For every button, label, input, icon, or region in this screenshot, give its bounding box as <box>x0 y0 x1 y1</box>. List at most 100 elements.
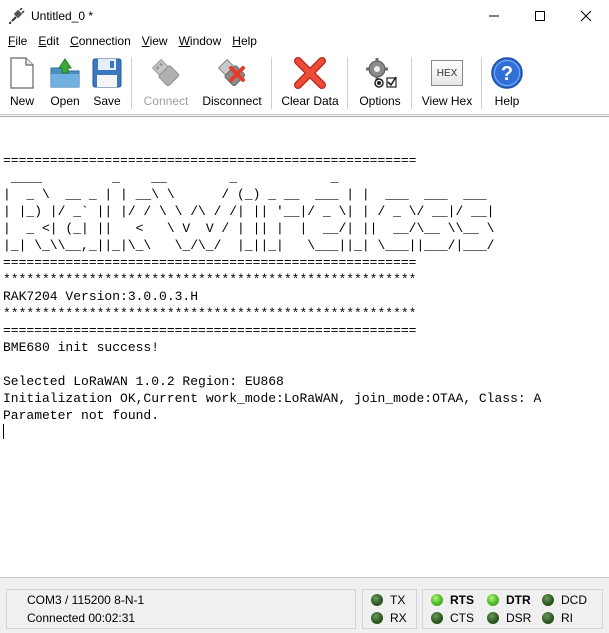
rx-indicator: RX <box>371 611 407 625</box>
text-caret <box>3 424 4 439</box>
red-x-icon <box>292 55 328 91</box>
terminal-line: Selected LoRaWAN 1.0.2 Region: EU868 <box>3 374 284 389</box>
open-label: Open <box>50 94 80 108</box>
tx-indicator: TX <box>371 593 405 607</box>
terminal-line: ****************************************… <box>3 272 417 287</box>
svg-text:?: ? <box>501 63 513 85</box>
disconnect-button[interactable]: Disconnect <box>200 55 264 111</box>
menu-help-label: elp <box>240 34 257 48</box>
toolbar-separator <box>481 57 482 109</box>
window-title: Untitled_0 * <box>31 8 94 23</box>
terminal-line: ========================================… <box>3 255 417 270</box>
hex-badge: HEX <box>431 60 463 86</box>
options-button[interactable]: Options <box>357 55 403 111</box>
terminal-line: ========================================… <box>3 323 417 338</box>
terminal-output[interactable]: ========================================… <box>0 116 609 576</box>
disconnect-label: Disconnect <box>202 94 262 108</box>
usb-plug-icon <box>148 55 184 91</box>
dsr-led-icon <box>487 612 499 624</box>
menu-edit[interactable]: Edit <box>32 34 64 48</box>
tx-led-icon <box>371 594 383 606</box>
menu-edit-label: dit <box>46 34 60 48</box>
connection-info-panel: COM3 / 115200 8-N-1 Connected 00:02:31 <box>6 589 356 629</box>
cts-led-icon <box>431 612 443 624</box>
clear-data-label: Clear Data <box>281 94 339 108</box>
menu-window-mnemonic: W <box>178 34 190 48</box>
title-bar: Untitled_0 * <box>0 0 609 31</box>
save-button[interactable]: Save <box>90 55 124 111</box>
view-hex-button[interactable]: HEX View Hex <box>420 55 474 111</box>
menu-window[interactable]: Window <box>173 34 227 48</box>
terminal-line: ========================================… <box>3 153 417 168</box>
cts-indicator: CTS <box>431 611 474 625</box>
terminal-line: | _ <| (_| || < \ V V / | || | | __/| ||… <box>3 221 495 236</box>
menu-view-label: iew <box>149 34 168 48</box>
menu-help[interactable]: Help <box>226 34 262 48</box>
menu-file[interactable]: File <box>2 34 32 48</box>
txrx-panel: TX RX <box>362 589 417 629</box>
status-bar: COM3 / 115200 8-N-1 Connected 00:02:31 T… <box>0 577 609 633</box>
dsr-label: DSR <box>506 611 532 625</box>
clear-data-button[interactable]: Clear Data <box>281 55 339 111</box>
toolbar-separator <box>131 57 132 109</box>
terminal-line: | _ \ __ _ | | __\ \ / (_) _ __ ___ | | … <box>3 187 495 202</box>
open-folder-icon <box>47 55 83 91</box>
close-icon <box>580 10 592 21</box>
terminal-line: Parameter not found. <box>3 408 160 423</box>
toolbar-separator <box>271 57 272 109</box>
tx-label: TX <box>390 593 406 607</box>
close-button[interactable] <box>563 0 609 31</box>
port-settings-text: COM3 / 115200 8-N-1 <box>27 593 145 607</box>
modem-lines-panel: RTS CTS DTR DSR DCD RI <box>422 589 603 629</box>
new-label: New <box>9 94 34 108</box>
ri-label: RI <box>561 611 573 625</box>
dsr-indicator: DSR <box>487 611 531 625</box>
minimize-icon <box>489 15 499 16</box>
terminal-line: |_| \_\\__,_||_|\_\ \_/\_/ |_||_| \___||… <box>3 238 495 253</box>
dcd-led-icon <box>542 594 554 606</box>
connection-time-text: Connected 00:02:31 <box>27 611 136 625</box>
toolbar-separator <box>411 57 412 109</box>
menu-help-mnemonic: H <box>232 34 241 48</box>
rts-label: RTS <box>450 593 474 607</box>
terminal-line: | |_) |/ _` || |/ / \ \ /\ / /| || '__|/… <box>3 204 495 219</box>
rx-led-icon <box>371 612 383 624</box>
plug-icon <box>8 6 25 25</box>
menu-view-mnemonic: V <box>141 34 150 48</box>
hex-view-icon: HEX <box>429 55 465 91</box>
view-hex-label: View Hex <box>421 94 473 108</box>
maximize-icon <box>535 10 545 21</box>
minimize-button[interactable] <box>471 0 517 31</box>
menu-view[interactable]: View <box>136 34 173 48</box>
help-label: Help <box>494 94 520 108</box>
toolbar: New Open Save Connect Disconnect Clear D… <box>0 52 609 115</box>
terminal-line: BME680 init success! <box>3 340 160 355</box>
dtr-label: DTR <box>506 593 531 607</box>
connect-label: Connect <box>143 94 189 108</box>
new-button[interactable]: New <box>4 55 40 111</box>
floppy-disk-icon <box>89 55 125 91</box>
dcd-indicator: DCD <box>542 593 587 607</box>
terminal-line: ****************************************… <box>3 306 417 321</box>
rts-indicator[interactable]: RTS <box>431 593 474 607</box>
save-label: Save <box>93 94 121 108</box>
dcd-label: DCD <box>561 593 587 607</box>
maximize-button[interactable] <box>517 0 563 31</box>
menu-bar: File Edit Connection View Window Help <box>0 31 609 51</box>
help-question-icon: ? <box>489 55 525 91</box>
rts-led-icon <box>431 594 443 606</box>
help-button[interactable]: ? Help <box>490 55 524 111</box>
cts-label: CTS <box>450 611 474 625</box>
dtr-led-icon <box>487 594 499 606</box>
open-button[interactable]: Open <box>46 55 84 111</box>
options-label: Options <box>359 94 401 108</box>
menu-window-label: indow <box>189 34 222 48</box>
rx-label: RX <box>390 611 407 625</box>
terminal-text: ========================================… <box>3 152 541 441</box>
disconnect-plug-icon <box>214 55 250 91</box>
dtr-indicator[interactable]: DTR <box>487 593 531 607</box>
terminal-line: ____ _ __ _ _ <box>3 170 347 185</box>
menu-connection-label: onnection <box>78 34 131 48</box>
menu-connection[interactable]: Connection <box>64 34 136 48</box>
connect-button[interactable]: Connect <box>140 55 192 111</box>
